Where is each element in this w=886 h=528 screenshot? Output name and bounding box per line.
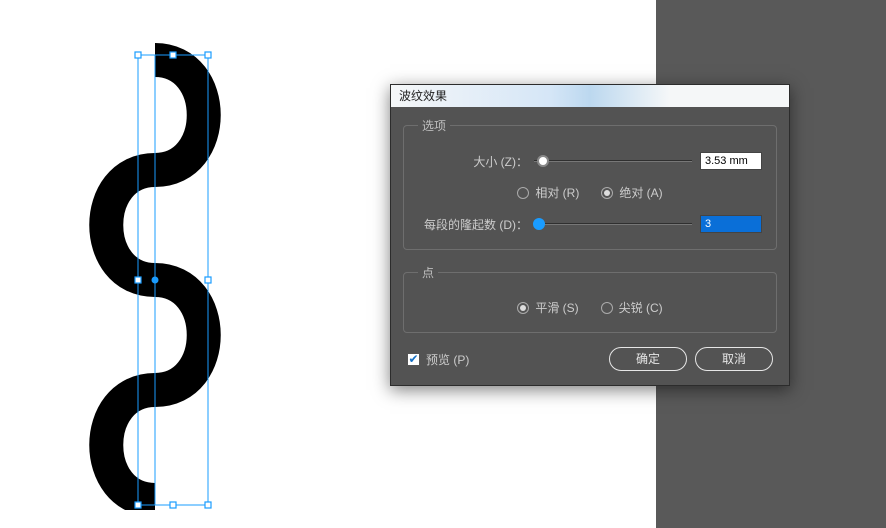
handle-center[interactable] [152, 277, 159, 284]
options-group: 选项 大小 (Z)： 相对 (R) 绝对 (A) [403, 117, 777, 250]
corner-radio[interactable]: 尖锐 (C) [601, 299, 663, 316]
ridges-slider[interactable] [534, 217, 692, 231]
handle-ml[interactable] [135, 277, 141, 283]
handle-bl[interactable] [135, 502, 141, 508]
handle-tl[interactable] [135, 52, 141, 58]
smooth-radio[interactable]: 平滑 (S) [517, 299, 578, 316]
size-slider[interactable] [534, 154, 692, 168]
size-label: 大小 (Z)： [418, 153, 534, 170]
relative-radio[interactable]: 相对 (R) [517, 184, 579, 201]
corner-label: 尖锐 (C) [619, 299, 663, 316]
handle-tr[interactable] [205, 52, 211, 58]
absolute-radio[interactable]: 绝对 (A) [601, 184, 662, 201]
handle-mr[interactable] [205, 277, 211, 283]
handle-br[interactable] [205, 502, 211, 508]
point-group: 点 平滑 (S) 尖锐 (C) [403, 264, 777, 333]
ridges-label: 每段的隆起数 (D)： [418, 216, 534, 233]
cancel-button[interactable]: 取消 [695, 347, 773, 371]
handle-bc[interactable] [170, 502, 176, 508]
point-legend: 点 [418, 264, 438, 281]
zig-zag-dialog: 波纹效果 选项 大小 (Z)： 相对 (R) 绝对 (A) [390, 84, 790, 386]
smooth-label: 平滑 (S) [535, 299, 578, 316]
options-legend: 选项 [418, 117, 450, 134]
size-input[interactable] [700, 152, 762, 170]
canvas-artwork [80, 30, 240, 510]
ok-button[interactable]: 确定 [609, 347, 687, 371]
dialog-title[interactable]: 波纹效果 [391, 85, 789, 107]
ridges-input[interactable] [700, 215, 762, 233]
preview-label: 预览 (P) [426, 351, 469, 368]
handle-tc[interactable] [170, 52, 176, 58]
absolute-label: 绝对 (A) [619, 184, 662, 201]
relative-label: 相对 (R) [535, 184, 579, 201]
preview-checkbox[interactable]: ✔ 预览 (P) [407, 351, 469, 368]
